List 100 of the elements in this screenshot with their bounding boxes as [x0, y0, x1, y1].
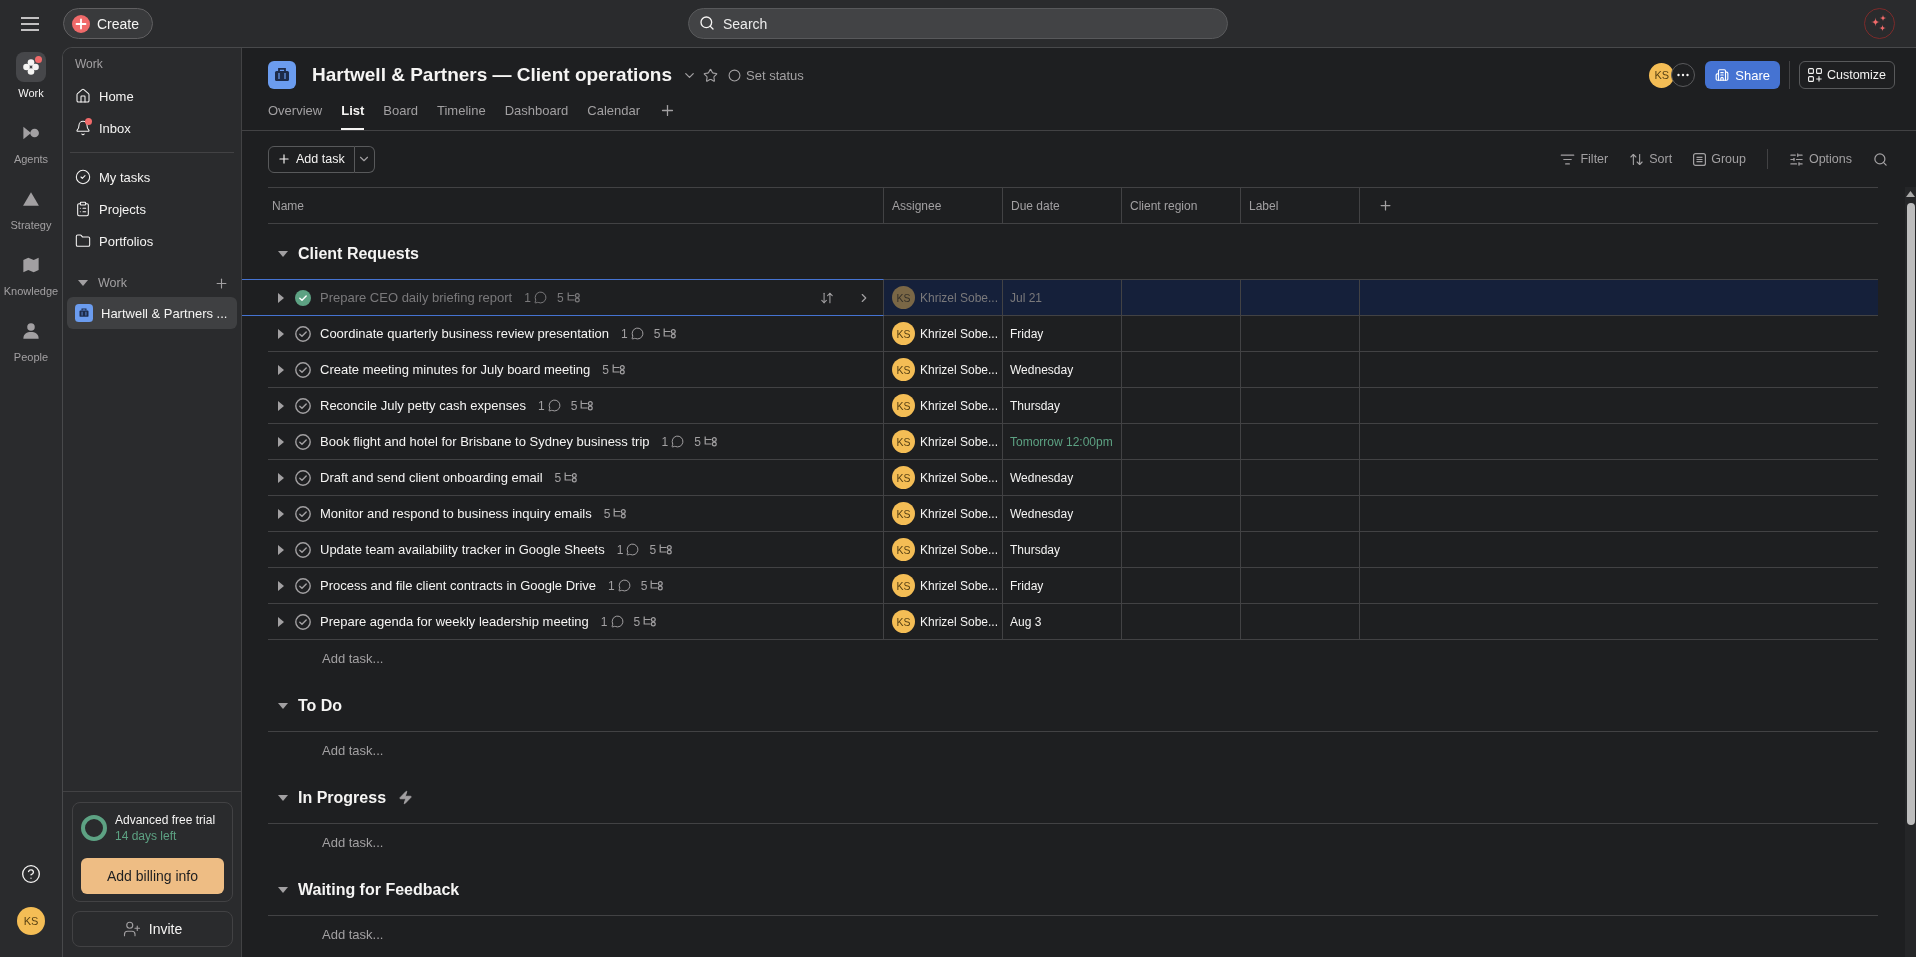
user-avatar[interactable]: KS: [17, 907, 45, 935]
check-circle-icon[interactable]: [295, 613, 311, 630]
column-header[interactable]: Client region: [1122, 187, 1241, 224]
help-icon[interactable]: [21, 864, 41, 884]
check-circle-icon[interactable]: [295, 541, 311, 558]
create-button[interactable]: Create: [63, 8, 154, 39]
caret-icon[interactable]: [278, 364, 284, 375]
invite-button[interactable]: Invite: [72, 911, 233, 947]
caret-icon[interactable]: [278, 544, 284, 555]
task-name[interactable]: Coordinate quarterly business review presentation: [320, 326, 610, 341]
assignee-avatar[interactable]: KS: [892, 394, 915, 417]
star-icon[interactable]: [703, 67, 719, 83]
check-circle-icon[interactable]: [295, 289, 311, 306]
map-icon[interactable]: [22, 256, 40, 274]
search-icon[interactable]: [1873, 151, 1888, 167]
add-task-link[interactable]: Add task...: [322, 650, 384, 666]
task-name[interactable]: Update team availability tracker in Google Sheets: [320, 542, 605, 557]
tab[interactable]: List: [341, 96, 365, 130]
assignee-avatar[interactable]: KS: [892, 466, 915, 489]
assignee-avatar[interactable]: KS: [892, 358, 915, 381]
add-task-link[interactable]: Add task...: [322, 742, 384, 758]
toolbar-button[interactable]: Filter: [1560, 151, 1609, 167]
person-icon[interactable]: [22, 322, 40, 340]
caret-icon[interactable]: [278, 508, 284, 519]
more-icon[interactable]: [1671, 63, 1696, 87]
toolbar-button[interactable]: Group: [1693, 152, 1746, 166]
rail-item[interactable]: Agents: [2, 118, 60, 166]
customize-button[interactable]: Customize: [1798, 61, 1895, 89]
toolbar-button[interactable]: Sort: [1629, 151, 1673, 167]
plus-icon[interactable]: [214, 275, 229, 291]
check-circle-icon[interactable]: [295, 397, 311, 414]
search-field[interactable]: Search: [688, 8, 1228, 39]
assignee-avatar[interactable]: KS: [892, 322, 915, 345]
sidebar-item[interactable]: My tasks: [67, 161, 237, 193]
check-circle-icon[interactable]: [295, 505, 311, 522]
tab[interactable]: Calendar: [587, 96, 641, 130]
task-name[interactable]: Prepare agenda for weekly leadership meeting: [320, 614, 589, 629]
tab[interactable]: Overview: [268, 96, 323, 130]
sidebar-item[interactable]: Portfolios: [67, 225, 237, 257]
caret-icon[interactable]: [278, 436, 284, 447]
caret-icon[interactable]: [278, 292, 284, 303]
set-status-button[interactable]: Set status: [728, 67, 804, 83]
dropdown-button[interactable]: [354, 145, 375, 173]
caret-icon[interactable]: [278, 886, 288, 893]
rail-item[interactable]: People: [2, 316, 60, 364]
assignee-avatar[interactable]: KS: [892, 502, 915, 525]
task-name[interactable]: Monitor and respond to business inquiry emails: [320, 506, 592, 521]
swap-icon[interactable]: [820, 290, 834, 305]
share-button[interactable]: Share: [1705, 61, 1780, 89]
scroll-up-icon[interactable]: [1906, 191, 1915, 197]
check-circle-icon[interactable]: [295, 433, 311, 450]
column-header[interactable]: Assignee: [884, 187, 1003, 224]
briefcase-icon[interactable]: [268, 61, 296, 89]
assignee-avatar[interactable]: KS: [892, 538, 915, 561]
check-circle-icon[interactable]: [295, 325, 311, 342]
rail-item[interactable]: Knowledge: [2, 250, 60, 298]
task-name[interactable]: Process and file client contracts in Google Drive: [320, 578, 596, 593]
caret-icon[interactable]: [278, 250, 288, 257]
caret-icon[interactable]: [278, 702, 288, 709]
caret-icon[interactable]: [278, 400, 284, 411]
caret-icon[interactable]: [278, 616, 284, 627]
dots-icon[interactable]: [16, 52, 46, 82]
task-name[interactable]: Draft and send client onboarding email: [320, 470, 543, 485]
menu-icon[interactable]: [21, 16, 39, 31]
sidebar-item[interactable]: Projects: [67, 193, 237, 225]
assignee-avatar[interactable]: KS: [892, 574, 915, 597]
caret-icon[interactable]: [278, 472, 284, 483]
plus-icon[interactable]: [1378, 198, 1393, 213]
caret-icon[interactable]: [278, 794, 288, 801]
column-header[interactable]: Label: [1241, 187, 1360, 224]
scrollbar[interactable]: [1905, 187, 1916, 957]
tab[interactable]: Board: [383, 96, 418, 130]
caret-icon[interactable]: [78, 280, 88, 286]
column-header[interactable]: Due date: [1003, 187, 1122, 224]
column-header[interactable]: Name: [268, 187, 884, 224]
add-task-link[interactable]: Add task...: [322, 926, 384, 942]
task-name[interactable]: Create meeting minutes for July board meeting: [320, 362, 591, 377]
options-button[interactable]: Options: [1788, 151, 1852, 167]
check-circle-icon[interactable]: [295, 361, 311, 378]
sparkle-icon[interactable]: [1864, 8, 1895, 39]
scrollbar-thumb[interactable]: [1906, 203, 1915, 825]
add-billing-button[interactable]: Add billing info: [81, 858, 224, 894]
sidebar-item[interactable]: Inbox: [67, 112, 237, 144]
caret-icon[interactable]: [278, 580, 284, 591]
task-name[interactable]: Prepare CEO daily briefing report: [320, 290, 513, 305]
sidebar-item[interactable]: Home: [67, 80, 237, 112]
assignee-avatar[interactable]: KS: [892, 430, 915, 453]
check-circle-icon[interactable]: [295, 577, 311, 594]
sidebar-item[interactable]: Hartwell & Partners ...: [67, 297, 237, 329]
arrow-circle-icon[interactable]: [22, 124, 40, 142]
assignee-avatar[interactable]: KS: [892, 610, 915, 633]
member-avatar[interactable]: KS: [1649, 62, 1675, 88]
check-circle-icon[interactable]: [295, 469, 311, 486]
rail-item[interactable]: Work: [2, 52, 60, 100]
add-task-button[interactable]: Add task: [268, 145, 355, 173]
add-task-link[interactable]: Add task...: [322, 834, 384, 850]
lightning-icon[interactable]: [398, 790, 414, 805]
tab[interactable]: Timeline: [437, 96, 486, 130]
caret-icon[interactable]: [278, 328, 284, 339]
task-name[interactable]: Book flight and hotel for Brisbane to Sydney business trip: [320, 434, 650, 449]
